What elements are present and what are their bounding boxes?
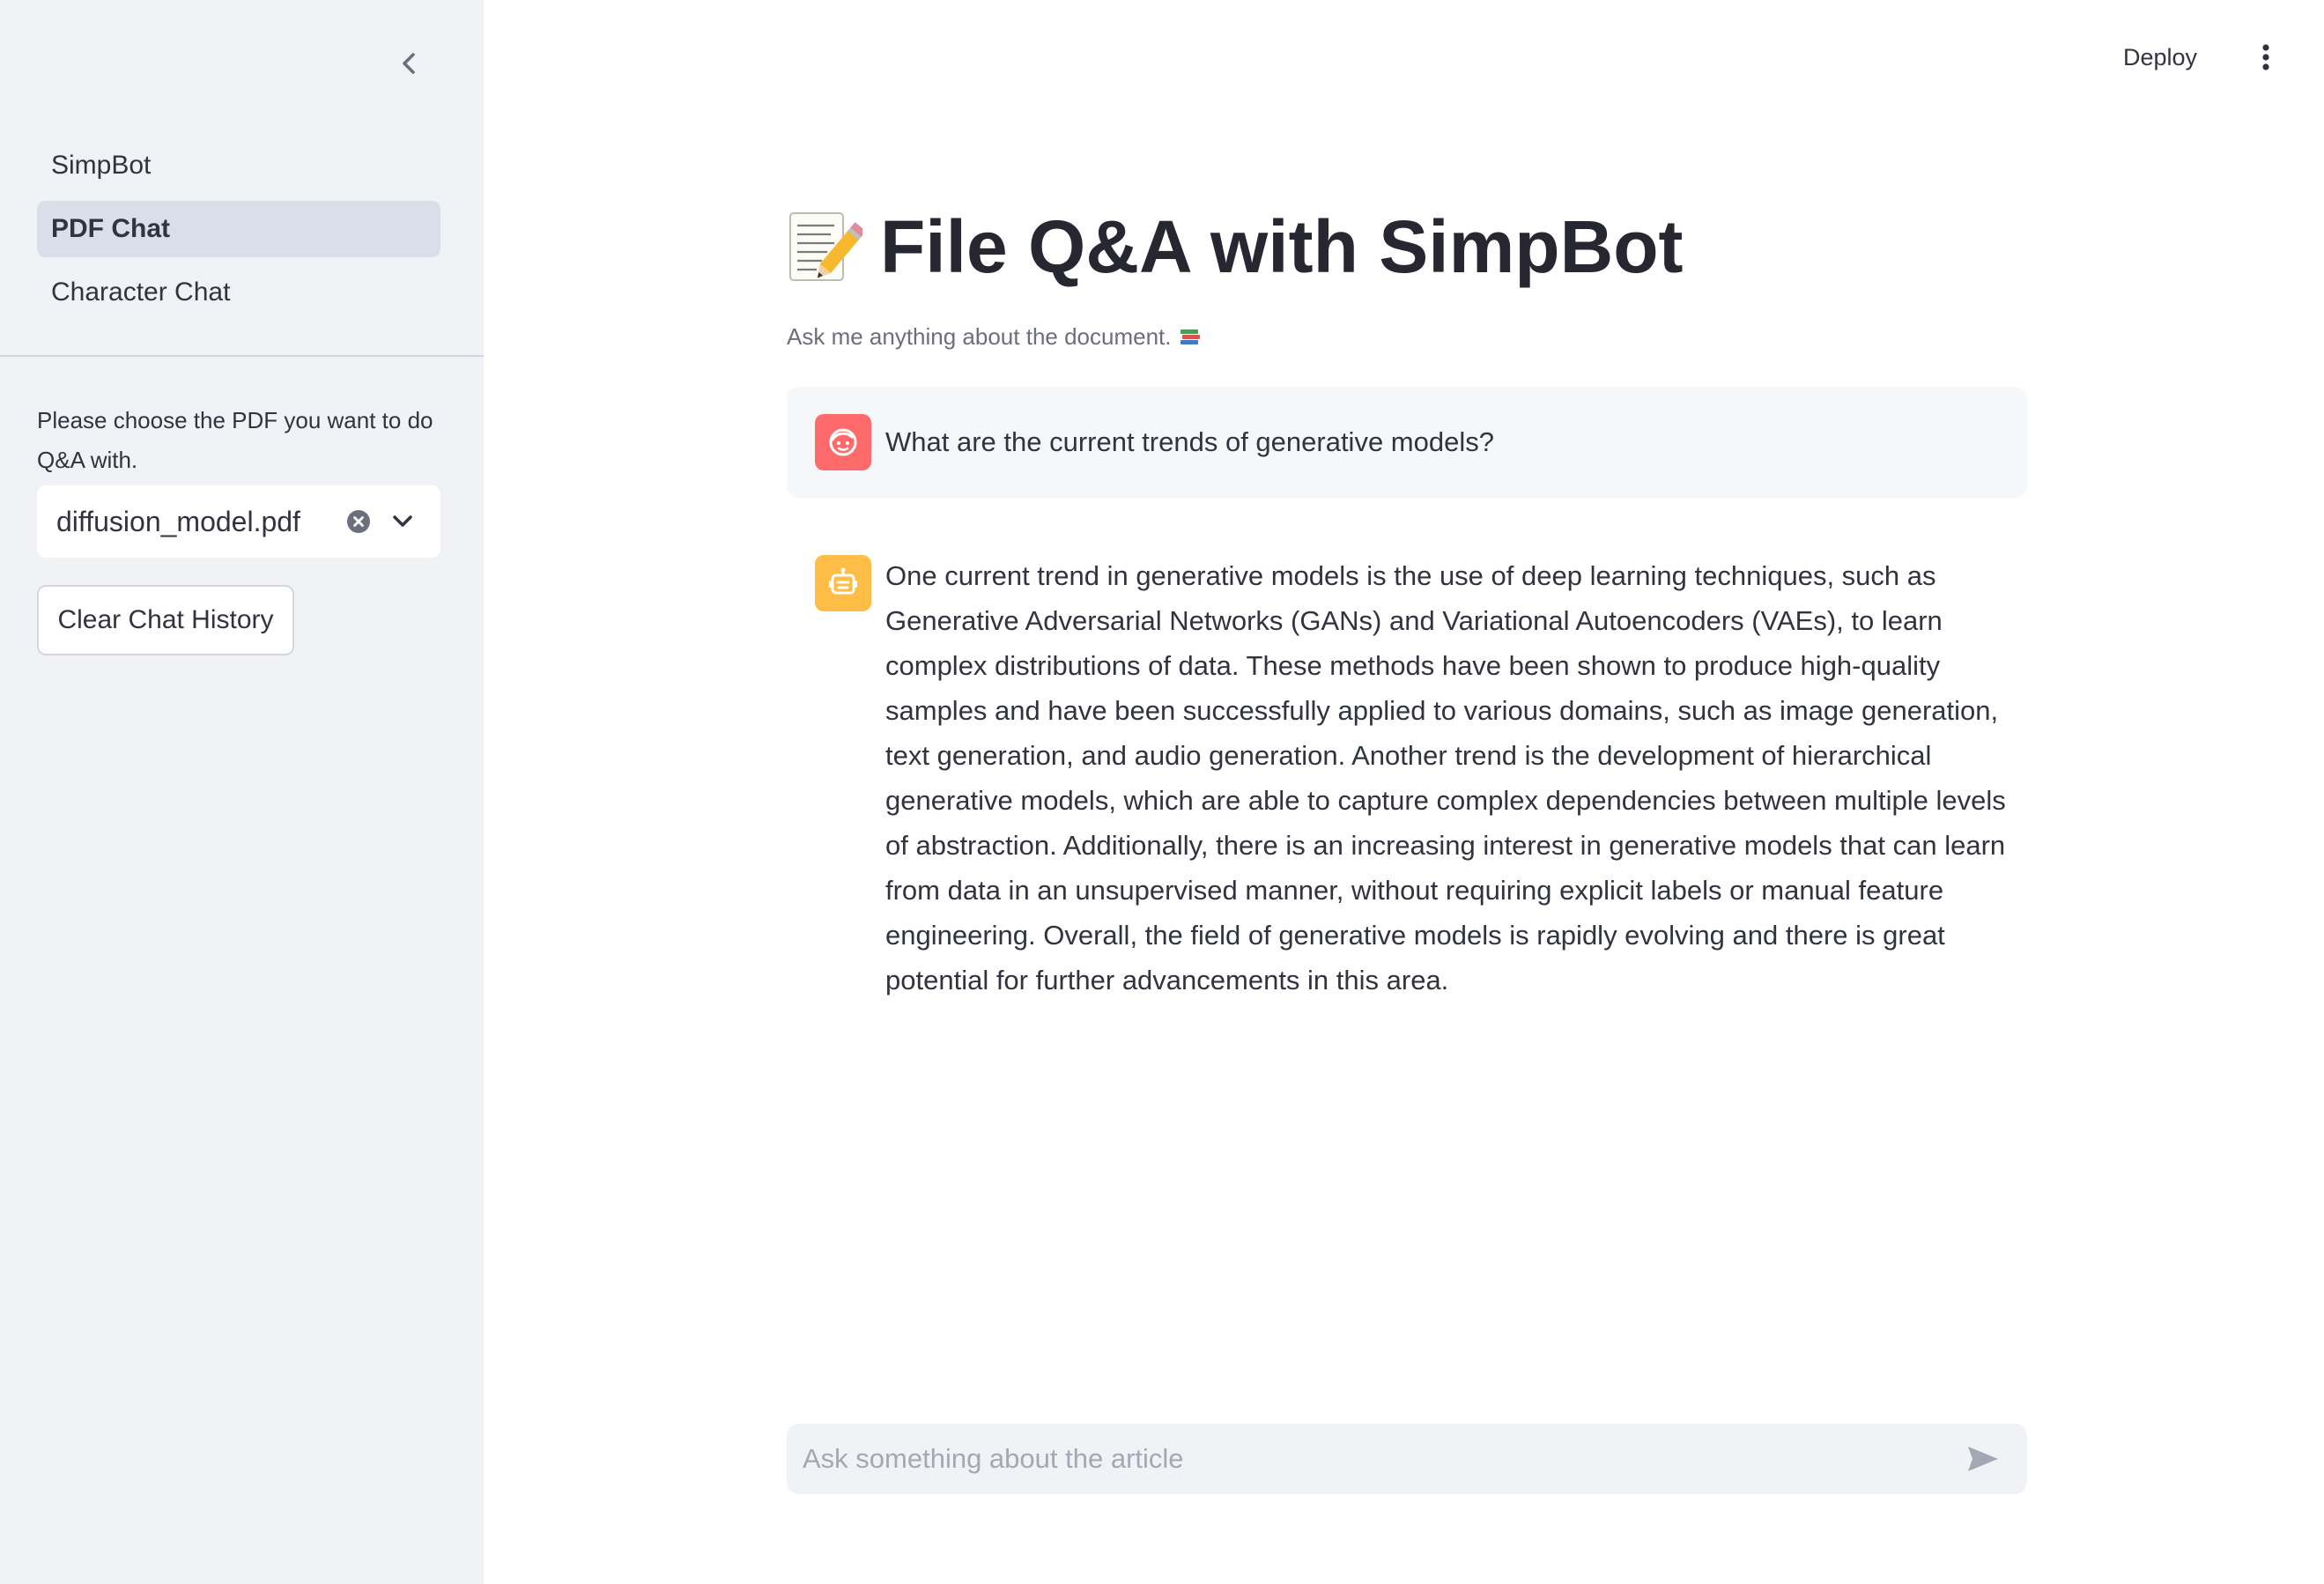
chat-message-assistant: One current trend in generative models i… xyxy=(787,539,2027,996)
robot-icon xyxy=(829,567,857,595)
assistant-avatar xyxy=(815,555,871,611)
sidebar-item-label: SimpBot xyxy=(51,151,152,180)
user-avatar xyxy=(815,414,871,470)
deploy-button[interactable]: Deploy xyxy=(2123,35,2197,79)
send-button[interactable] xyxy=(1957,1432,2009,1485)
send-icon xyxy=(1968,1447,1998,1471)
page-subtitle: Ask me anything about the document. xyxy=(787,323,1202,351)
memo-pencil-icon xyxy=(787,206,862,287)
pdf-select-label: Please choose the PDF you want to do Q&A… xyxy=(37,407,433,473)
more-vertical-icon xyxy=(2262,44,2269,70)
chat-message-user: What are the current trends of generativ… xyxy=(787,387,2027,498)
page-subtitle-text: Ask me anything about the document. xyxy=(787,323,1172,350)
user-message-text: What are the current trends of generativ… xyxy=(885,426,1494,457)
sidebar-item-label: PDF Chat xyxy=(51,214,170,243)
assistant-message-text: One current trend in generative models i… xyxy=(885,560,2006,996)
clear-chat-history-button[interactable]: Clear Chat History xyxy=(37,585,294,655)
page-title-text: File Q&A with SimpBot xyxy=(880,204,1684,288)
chat-input-container xyxy=(787,1424,2027,1494)
user-face-icon xyxy=(829,428,857,456)
sidebar-item-pdf-chat[interactable]: PDF Chat xyxy=(37,201,440,257)
books-icon xyxy=(1179,327,1202,348)
sidebar-nav: SimpBot PDF Chat Character Chat xyxy=(37,137,440,328)
sidebar: SimpBot PDF Chat Character Chat Please c… xyxy=(0,0,484,1584)
chat-input[interactable] xyxy=(787,1424,1957,1494)
sidebar-item-simpbot[interactable]: SimpBot xyxy=(37,137,440,194)
collapse-sidebar-button[interactable] xyxy=(391,46,426,81)
sidebar-divider xyxy=(0,355,484,357)
app: SimpBot PDF Chat Character Chat Please c… xyxy=(0,0,2324,1584)
page-title: File Q&A with SimpBot xyxy=(787,194,1684,300)
chevron-down-icon[interactable] xyxy=(389,508,416,535)
sidebar-item-label: Character Chat xyxy=(51,278,231,307)
chevron-left-icon xyxy=(403,53,415,74)
sidebar-item-character-chat[interactable]: Character Chat xyxy=(37,264,440,321)
clear-selection-icon[interactable] xyxy=(345,508,372,535)
pdf-select[interactable]: diffusion_model.pdf xyxy=(37,485,440,558)
main-menu-button[interactable] xyxy=(2248,37,2283,78)
pdf-select-value: diffusion_model.pdf xyxy=(56,505,300,537)
